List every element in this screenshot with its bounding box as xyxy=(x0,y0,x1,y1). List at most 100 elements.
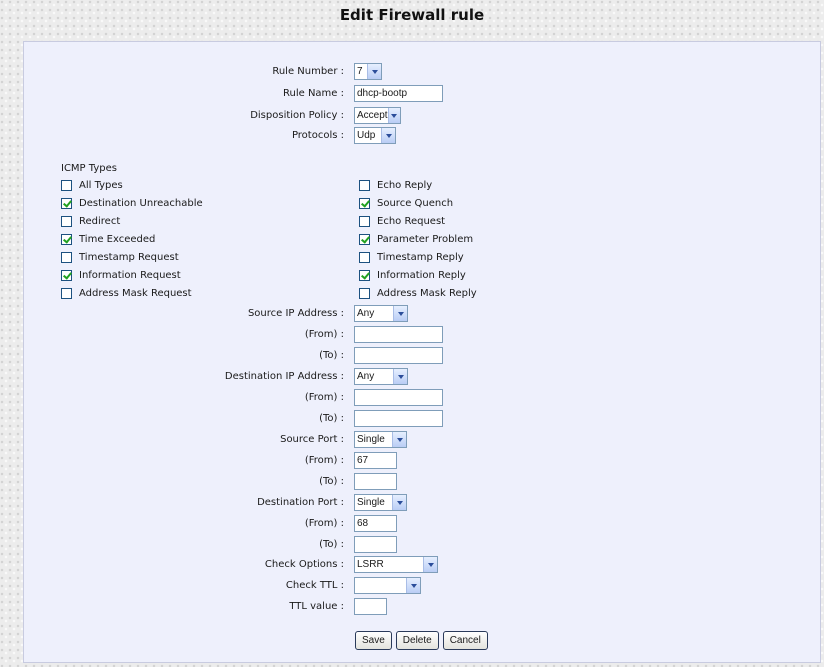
ttl-value-row: TTL value : xyxy=(24,598,820,615)
source-ip-to-label: (To) : xyxy=(319,350,344,361)
protocols-select[interactable]: Udp xyxy=(354,127,396,144)
chevron-down-icon xyxy=(423,557,437,572)
checkbox[interactable] xyxy=(359,287,370,299)
checkbox[interactable] xyxy=(359,251,370,263)
check-options-select[interactable]: LSRR xyxy=(354,556,438,573)
check-ttl-row: Check TTL : xyxy=(24,577,820,594)
icmp-option[interactable]: All Types xyxy=(61,178,123,192)
chevron-down-icon xyxy=(393,306,407,321)
rule-number-label: Rule Number : xyxy=(272,66,344,77)
rule-number-row: Rule Number : 7 xyxy=(24,63,820,80)
source-ip-label: Source IP Address : xyxy=(247,308,344,319)
dest-ip-to-row: (To) : xyxy=(24,410,820,427)
rule-name-input[interactable]: dhcp-bootp xyxy=(354,85,443,102)
icmp-option[interactable]: Echo Reply xyxy=(359,178,432,192)
checkbox[interactable] xyxy=(359,215,370,227)
protocols-row: Protocols : Udp xyxy=(24,127,820,144)
form-panel: Rule Number : 7 Rule Name : dhcp-bootp D… xyxy=(23,41,821,663)
checkbox[interactable] xyxy=(61,197,72,209)
ttl-value-input[interactable] xyxy=(354,598,387,615)
icmp-option[interactable]: Timestamp Reply xyxy=(359,250,464,264)
source-port-from-row: (From) : 67 xyxy=(24,452,820,469)
action-buttons: Save Delete Cancel xyxy=(355,631,492,650)
checkbox[interactable] xyxy=(359,179,370,191)
cancel-button[interactable]: Cancel xyxy=(442,631,488,650)
icmp-option[interactable]: Redirect xyxy=(61,214,120,228)
chevron-down-icon xyxy=(367,64,381,79)
checkbox[interactable] xyxy=(61,179,72,191)
check-ttl-select[interactable] xyxy=(354,577,421,594)
source-ip-to-row: (To) : xyxy=(24,347,820,364)
checkbox[interactable] xyxy=(61,215,72,227)
source-ip-select[interactable]: Any xyxy=(354,305,408,322)
checkbox[interactable] xyxy=(359,233,370,245)
icmp-option[interactable]: Timestamp Request xyxy=(61,250,179,264)
disposition-select[interactable]: Accept xyxy=(354,107,401,124)
source-port-from-label: (From) : xyxy=(304,455,344,466)
dest-port-row: Destination Port : Single xyxy=(24,494,820,511)
rule-name-row: Rule Name : dhcp-bootp xyxy=(24,85,820,102)
dest-port-to-input[interactable] xyxy=(354,536,397,553)
ttl-value-label: TTL value : xyxy=(289,601,344,612)
source-port-select[interactable]: Single xyxy=(354,431,407,448)
checkbox[interactable] xyxy=(61,287,72,299)
icmp-option[interactable]: Information Request xyxy=(61,268,181,282)
dest-ip-select[interactable]: Any xyxy=(354,368,408,385)
icmp-option[interactable]: Source Quench xyxy=(359,196,453,210)
check-ttl-label: Check TTL : xyxy=(285,580,344,591)
source-port-to-label: (To) : xyxy=(319,476,344,487)
icmp-option[interactable]: Echo Request xyxy=(359,214,445,228)
icmp-option[interactable]: Address Mask Request xyxy=(61,286,192,300)
dest-port-from-input[interactable]: 68 xyxy=(354,515,397,532)
dest-port-from-label: (From) : xyxy=(304,518,344,529)
rule-number-select[interactable]: 7 xyxy=(354,63,382,80)
source-ip-from-input[interactable] xyxy=(354,326,443,343)
dest-ip-from-row: (From) : xyxy=(24,389,820,406)
chevron-down-icon xyxy=(392,495,406,510)
disposition-label: Disposition Policy : xyxy=(250,110,344,121)
disposition-row: Disposition Policy : Accept xyxy=(24,107,820,124)
icmp-option[interactable]: Destination Unreachable xyxy=(61,196,203,210)
protocols-label: Protocols : xyxy=(291,130,344,141)
chevron-down-icon xyxy=(393,369,407,384)
icmp-option[interactable]: Time Exceeded xyxy=(61,232,155,246)
save-button[interactable]: Save xyxy=(355,631,392,650)
dest-port-select[interactable]: Single xyxy=(354,494,407,511)
icmp-option[interactable]: Parameter Problem xyxy=(359,232,473,246)
icmp-types-heading: ICMP Types xyxy=(61,163,117,174)
chevron-down-icon xyxy=(387,108,400,123)
dest-ip-to-label: (To) : xyxy=(319,413,344,424)
check-options-label: Check Options : xyxy=(264,559,344,570)
source-port-to-input[interactable] xyxy=(354,473,397,490)
dest-port-label: Destination Port : xyxy=(257,497,344,508)
source-port-label: Source Port : xyxy=(280,434,344,445)
checkbox[interactable] xyxy=(61,251,72,263)
source-ip-from-row: (From) : xyxy=(24,326,820,343)
dest-port-to-row: (To) : xyxy=(24,536,820,553)
delete-button[interactable]: Delete xyxy=(395,631,439,650)
checkbox[interactable] xyxy=(61,269,72,281)
checkbox[interactable] xyxy=(359,197,370,209)
dest-port-to-label: (To) : xyxy=(319,539,344,550)
icmp-option[interactable]: Information Reply xyxy=(359,268,466,282)
dest-ip-to-input[interactable] xyxy=(354,410,443,427)
dest-ip-from-input[interactable] xyxy=(354,389,443,406)
source-ip-to-input[interactable] xyxy=(354,347,443,364)
source-port-from-input[interactable]: 67 xyxy=(354,452,397,469)
dest-ip-row: Destination IP Address : Any xyxy=(24,368,820,385)
dest-port-from-row: (From) : 68 xyxy=(24,515,820,532)
chevron-down-icon xyxy=(381,128,395,143)
checkbox[interactable] xyxy=(359,269,370,281)
source-ip-row: Source IP Address : Any xyxy=(24,305,820,322)
source-port-row: Source Port : Single xyxy=(24,431,820,448)
dest-ip-label: Destination IP Address : xyxy=(224,371,344,382)
chevron-down-icon xyxy=(406,578,420,593)
source-ip-from-label: (From) : xyxy=(304,329,344,340)
dest-ip-from-label: (From) : xyxy=(304,392,344,403)
rule-name-label: Rule Name : xyxy=(283,88,344,99)
chevron-down-icon xyxy=(392,432,406,447)
checkbox[interactable] xyxy=(61,233,72,245)
icmp-option[interactable]: Address Mask Reply xyxy=(359,286,477,300)
source-port-to-row: (To) : xyxy=(24,473,820,490)
page-title: Edit Firewall rule xyxy=(339,6,485,24)
